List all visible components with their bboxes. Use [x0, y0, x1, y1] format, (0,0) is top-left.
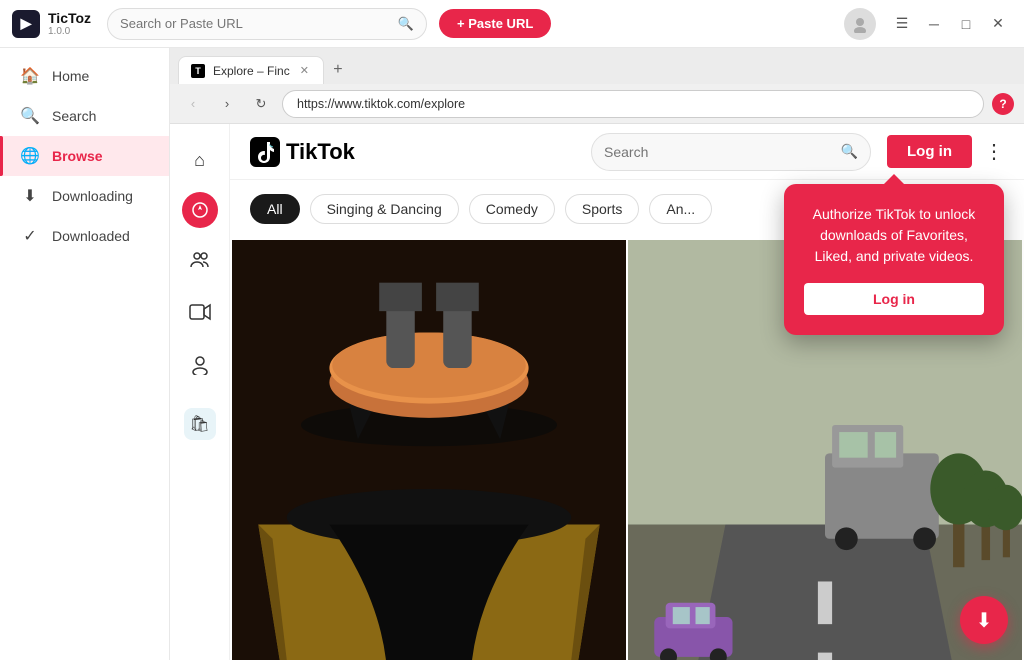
new-tab-button[interactable]: +: [326, 58, 350, 82]
browser-pane: T Explore – Finc ✕ + ‹ › ↻ ? ⌂: [170, 48, 1024, 660]
auth-popup: Authorize TikTok to unlock downloads of …: [784, 184, 1004, 335]
video-card-1[interactable]: WorkSkillMasters: [232, 240, 626, 660]
app-name: TicToz: [48, 10, 91, 27]
sidebar-item-search[interactable]: 🔍 Search: [0, 96, 169, 136]
tiktok-login-button[interactable]: Log in: [887, 135, 972, 168]
help-button[interactable]: ?: [992, 93, 1014, 115]
minimize-button[interactable]: ─: [920, 10, 948, 38]
category-all[interactable]: All: [250, 194, 300, 224]
tiktok-nav-explore[interactable]: [182, 192, 218, 228]
app-logo-icon: ▶: [12, 10, 40, 38]
downloaded-icon: ✓: [20, 226, 40, 246]
close-button[interactable]: ✕: [984, 10, 1012, 38]
tab-favicon: T: [191, 64, 205, 78]
sidebar-item-downloaded[interactable]: ✓ Downloaded: [0, 216, 169, 256]
tab-close-button[interactable]: ✕: [298, 62, 311, 79]
app-name-block: TicToz 1.0.0: [48, 10, 91, 38]
tiktok-more-button[interactable]: ⋮: [984, 139, 1004, 164]
sidebar-item-search-label: Search: [52, 108, 96, 124]
tiktok-logo: TikTok: [250, 137, 355, 167]
download-icon: ⬇: [20, 186, 40, 206]
tab-title: Explore – Finc: [213, 64, 290, 78]
sidebar-item-browse[interactable]: 🌐 Browse: [0, 136, 169, 176]
category-sports[interactable]: Sports: [565, 194, 639, 224]
sidebar-item-home-label: Home: [52, 68, 89, 84]
maximize-button[interactable]: □: [952, 10, 980, 38]
video-thumbnail-1: WorkSkillMasters: [232, 240, 626, 660]
address-bar: ‹ › ↻ ?: [170, 84, 1024, 124]
search-icon: 🔍: [20, 106, 40, 126]
sidebar-item-downloading[interactable]: ⬇ Downloading: [0, 176, 169, 216]
home-icon: 🏠: [20, 66, 40, 86]
tiktok-page: ⌂: [170, 124, 1024, 660]
category-anime[interactable]: An...: [649, 194, 712, 224]
search-icon-titlebar: 🔍: [398, 16, 414, 32]
browse-icon: 🌐: [20, 146, 40, 166]
tiktok-header: TikTok 🔍 Log in ⋮: [230, 124, 1024, 180]
tiktok-nav-profile[interactable]: [180, 344, 220, 384]
tiktok-nav-home[interactable]: ⌂: [180, 140, 220, 180]
download-fab-button[interactable]: ⬇: [960, 596, 1008, 644]
app-logo: ▶ TicToz 1.0.0: [12, 10, 91, 38]
tiktok-search-bar[interactable]: 🔍: [591, 133, 871, 171]
category-singing[interactable]: Singing & Dancing: [310, 194, 459, 224]
search-bar-titlebar[interactable]: 🔍: [107, 8, 427, 40]
refresh-button[interactable]: ↻: [248, 91, 274, 117]
paste-url-button[interactable]: + Paste URL: [439, 9, 551, 38]
sidebar: 🏠 Home 🔍 Search 🌐 Browse ⬇ Downloading ✓…: [0, 48, 170, 660]
url-input[interactable]: [282, 90, 984, 118]
sidebar-item-browse-label: Browse: [52, 148, 103, 164]
download-fab-icon: ⬇: [976, 608, 993, 633]
app-version: 1.0.0: [48, 26, 91, 37]
tiktok-left-nav: ⌂: [170, 124, 230, 660]
tiktok-nav-video[interactable]: [180, 292, 220, 332]
search-input-titlebar[interactable]: [120, 16, 390, 31]
tiktok-search-input[interactable]: [604, 144, 833, 160]
sidebar-item-home[interactable]: 🏠 Home: [0, 56, 169, 96]
auth-popup-login-button[interactable]: Log in: [804, 283, 984, 315]
browser-tab[interactable]: T Explore – Finc ✕: [178, 56, 324, 84]
titlebar: ▶ TicToz 1.0.0 🔍 + Paste URL ☰ ─ □ ✕: [0, 0, 1024, 48]
back-button[interactable]: ‹: [180, 91, 206, 117]
window-controls: ☰ ─ □ ✕: [844, 8, 1012, 40]
tiktok-nav-store[interactable]: 🛍: [180, 404, 220, 444]
menu-button[interactable]: ☰: [888, 10, 916, 38]
category-comedy[interactable]: Comedy: [469, 194, 555, 224]
auth-popup-message: Authorize TikTok to unlock downloads of …: [804, 204, 984, 267]
sidebar-item-downloaded-label: Downloaded: [52, 228, 130, 244]
tab-bar: T Explore – Finc ✕ +: [170, 48, 1024, 84]
sidebar-item-downloading-label: Downloading: [52, 188, 133, 204]
avatar[interactable]: [844, 8, 876, 40]
forward-button[interactable]: ›: [214, 91, 240, 117]
tiktok-nav-friends[interactable]: [180, 240, 220, 280]
tiktok-logo-icon: [250, 137, 280, 167]
main-content: 🏠 Home 🔍 Search 🌐 Browse ⬇ Downloading ✓…: [0, 48, 1024, 660]
tiktok-search-icon: 🔍: [841, 143, 858, 160]
tiktok-logo-text: TikTok: [286, 139, 355, 165]
